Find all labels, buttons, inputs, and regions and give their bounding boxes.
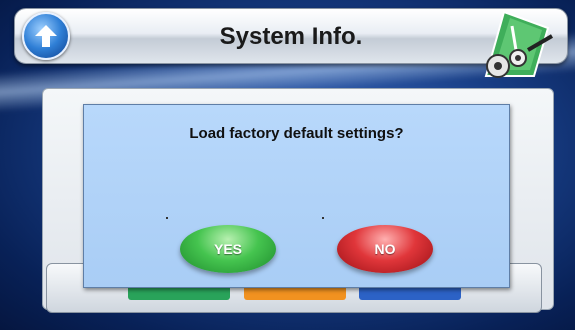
dialog-message: Load factory default settings? xyxy=(189,125,404,142)
confirm-dialog: Load factory default settings? YES NO xyxy=(83,104,510,288)
back-button[interactable] xyxy=(22,12,70,60)
yes-button[interactable]: YES xyxy=(180,225,276,273)
screen-background: System Info. Load factory default settin… xyxy=(0,0,575,330)
dialog-dot xyxy=(322,217,324,219)
up-arrow-icon xyxy=(35,25,57,47)
no-button-label: NO xyxy=(374,241,396,257)
settings-gears-icon xyxy=(484,10,554,78)
no-button[interactable]: NO xyxy=(337,225,433,273)
dialog-dot xyxy=(166,217,168,219)
yes-button-label: YES xyxy=(213,241,242,257)
